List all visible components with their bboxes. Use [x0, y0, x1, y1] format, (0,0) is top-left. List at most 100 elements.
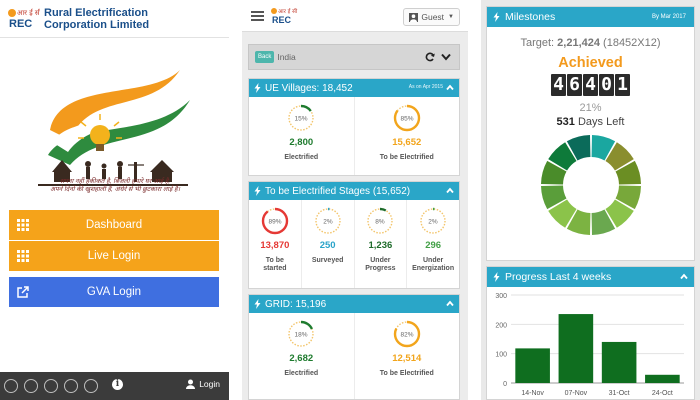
- milestones-screen: Milestones By Mar 2017 Target: 2,21,424 …: [481, 0, 700, 400]
- hindi-tagline: सपना नहीं हकीकत है, बिजली हमारे घर आई है…: [20, 178, 210, 194]
- bolt-icon: [493, 12, 500, 22]
- progress-ring: 8%: [367, 207, 394, 235]
- grid-title: GRID: 15,196: [265, 298, 327, 310]
- stat-under-energization: 2% 296 Under Energization: [406, 200, 459, 288]
- progress-ring: 2%: [314, 207, 341, 235]
- progress-ring: 85%: [393, 104, 420, 132]
- toolbar-icon-1[interactable]: [4, 379, 18, 393]
- stat-grid-electrified: 18% 2,682 Electrified: [249, 313, 354, 399]
- as-of-date: As on Apr 2015: [408, 84, 443, 90]
- ue-villages-header[interactable]: UE Villages: 18,452 As on Apr 2015: [249, 79, 459, 97]
- bolt-icon: [254, 186, 261, 196]
- gva-login-button-label: GVA Login: [86, 286, 142, 298]
- x-tick-label: 07-Nov: [565, 390, 588, 397]
- app-header: आर ई सी REC Rural Electrification Corpor…: [0, 0, 229, 38]
- progress-card: Progress Last 4 weeks 0 100 200 300 14-Nov 07…: [486, 266, 695, 400]
- refresh-icon[interactable]: [425, 52, 435, 62]
- stat-label: Electrified: [284, 154, 319, 161]
- chevron-up-icon[interactable]: [446, 300, 454, 307]
- dashboard-topbar: आर ई सी REC Guest ▼: [242, 0, 468, 32]
- milestones-header: Milestones By Mar 2017: [487, 7, 694, 27]
- stat-value: 15,652: [392, 137, 422, 148]
- bar[interactable]: [558, 314, 594, 383]
- chevron-down-icon[interactable]: [441, 53, 451, 61]
- progress-header[interactable]: Progress Last 4 weeks: [487, 267, 694, 287]
- y-tick-label: 300: [495, 293, 507, 300]
- bolt-icon: [254, 83, 261, 93]
- chevron-up-icon[interactable]: [680, 273, 688, 280]
- pct-label: 18%: [295, 332, 308, 339]
- person-icon: [186, 379, 196, 389]
- chevron-up-icon[interactable]: [446, 84, 454, 91]
- target-text: Target: 2,21,424 (18452X12): [520, 37, 661, 49]
- rec-logo-icon: आर ई सी REC: [6, 5, 40, 33]
- y-tick-label: 200: [495, 322, 507, 329]
- toolbar-icon-3[interactable]: [44, 379, 58, 393]
- app-title-line1: Rural Electrification: [44, 6, 148, 19]
- progress-ring: 82%: [393, 320, 420, 348]
- stat-value: 2,682: [289, 353, 314, 364]
- stat-value: 13,870: [260, 240, 290, 251]
- bar[interactable]: [601, 341, 637, 383]
- counter-digit: 0: [599, 74, 614, 96]
- bar[interactable]: [515, 348, 550, 383]
- stat-label: To be Electrified: [379, 154, 434, 161]
- grid-stats: 18% 2,682 Electrified 82% 12,514 To be E…: [249, 313, 459, 399]
- counter-digit: 4: [583, 74, 598, 96]
- x-tick-label: 31-Oct: [609, 390, 630, 397]
- info-icon[interactable]: i: [112, 379, 123, 390]
- progress-donut: [540, 135, 641, 235]
- search-icon[interactable]: [64, 379, 78, 393]
- bolt-icon: [493, 272, 500, 282]
- footer-login-link[interactable]: Login: [186, 379, 220, 389]
- app-title-line2: Corporation Limited: [44, 18, 150, 31]
- toolbar-icon-2[interactable]: [24, 379, 38, 393]
- progress-title: Progress Last 4 weeks: [505, 271, 612, 283]
- progress-ring: 18%: [288, 320, 315, 348]
- counter-digit: 6: [567, 74, 582, 96]
- location-bar: Back India: [248, 44, 460, 70]
- back-button[interactable]: Back: [255, 51, 275, 63]
- progress-ring: 89%: [261, 207, 289, 235]
- chevron-up-icon[interactable]: [446, 187, 454, 194]
- live-login-button[interactable]: Live Login: [9, 241, 219, 271]
- ue-villages-stats: 15% 2,800 Electrified 85% 15,652 To be E…: [249, 97, 459, 175]
- guest-dropdown[interactable]: Guest ▼: [403, 8, 460, 26]
- bar[interactable]: [645, 374, 680, 383]
- grid-card: GRID: 15,196 18% 2,682 Electrified 82% 1…: [248, 294, 460, 400]
- stat-label: To be started: [263, 257, 287, 272]
- stat-value: 2,800: [289, 137, 314, 148]
- stat-label: Under Progress: [365, 257, 396, 272]
- tagline-line1: सपना नहीं हकीकत है, बिजली हमारे घर आई है…: [59, 178, 171, 185]
- hamburger-menu-icon[interactable]: [251, 11, 264, 21]
- live-login-button-label: Live Login: [87, 250, 141, 262]
- pct-label: 89%: [268, 219, 281, 226]
- stat-grid-to-be-electrified: 82% 12,514 To be Electrified: [353, 313, 460, 399]
- user-icon: [409, 12, 419, 22]
- gva-login-button[interactable]: GVA Login: [9, 277, 219, 307]
- progress-ring: 2%: [419, 207, 447, 235]
- pct-label: 8%: [376, 219, 386, 226]
- pct-label: 85%: [400, 116, 413, 123]
- x-tick-label: 14-Nov: [521, 390, 544, 397]
- grid-header[interactable]: GRID: 15,196: [249, 295, 459, 313]
- milestones-title: Milestones: [505, 11, 556, 23]
- achieved-label: Achieved: [558, 55, 623, 71]
- stat-value: 296: [425, 240, 442, 251]
- stat-value: 12,514: [392, 353, 422, 364]
- tagline-line2: अपने दिनों की खुशहाली है, अंधेरे से भी छ…: [50, 186, 180, 193]
- external-link-icon: [17, 286, 29, 298]
- dashboard-screen: आर ई सी REC Guest ▼ Back India UE Villag…: [242, 0, 468, 400]
- stages-header[interactable]: To be Electrified Stages (15,652): [249, 182, 459, 200]
- stat-label: Surveyed: [311, 257, 344, 264]
- logo-hindi-text: आर ई सी: [17, 8, 40, 17]
- progress-bar-chart: 0 100 200 300 14-Nov 07-Nov 31-Oct 24-Oct: [495, 293, 684, 397]
- toolbar-icon-5[interactable]: [84, 379, 98, 393]
- logo-text: REC: [272, 15, 292, 25]
- stat-surveyed: 2% 250 Surveyed: [300, 200, 354, 288]
- dashboard-button[interactable]: Dashboard: [9, 210, 219, 240]
- days-left: 531 Days Left: [556, 116, 625, 128]
- achieved-counter: 4 6 4 0 1: [487, 74, 694, 96]
- grid-icon: [17, 250, 29, 262]
- logo-text: REC: [9, 18, 32, 30]
